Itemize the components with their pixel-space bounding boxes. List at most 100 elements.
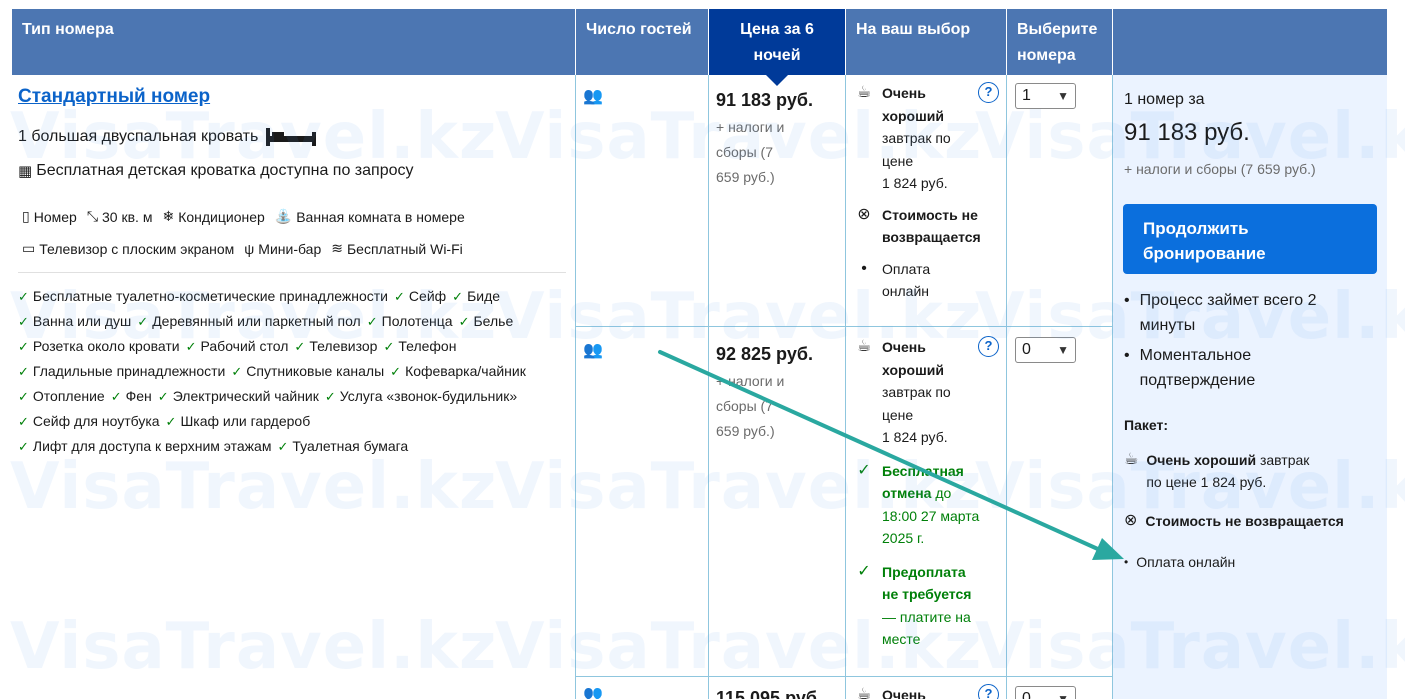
room-title-link[interactable]: Стандартный номер [18,86,210,108]
room-quantity-select[interactable]: 1 ▼ [1015,83,1076,109]
amenity-label: Электрический чайник [172,388,319,404]
bullet-icon: • [861,259,867,277]
option-tax: + налоги и сборы (7 659 руб.) [716,369,826,444]
amenity-label: Полотенца [381,313,453,329]
breakfast-text: цене [882,152,914,169]
help-icon[interactable]: ? [978,684,999,699]
sort-indicator [766,75,788,86]
cancel-bold: Бесплатная [882,462,964,479]
facilities-row: ▯ Номер ⤡ 30 кв. м ❄ Кондиционер ⛲ Ванная ко… [22,208,465,225]
checkmark-icon: ✓ [18,439,29,454]
select-value: 0 [1022,690,1031,699]
coffee-cup-icon: ☕ [856,84,872,101]
checkmark-icon: ✓ [18,289,29,304]
amenity-item: ✓ Ванна или душ [18,309,131,334]
amenity-label: Бесплатные туалетно-косметические принад… [32,288,389,304]
payment-condition: • Оплата онлайн [852,258,1002,303]
bed-info: 1 большая двуспальная кровать [18,126,318,148]
amenity-label: Ванна или душ [32,313,132,329]
facility-bathroom: ⛲ Ванная комната в номере [275,208,465,225]
select-value: 1 [1022,87,1031,104]
wifi-icon: ≋ [331,240,343,256]
amenity-item: ✓ Деревянный или паркетный пол [137,309,360,334]
package-refund: ⊗ Стоимость не возвращается [1124,510,1379,532]
checkmark-icon: ✓ [294,339,306,354]
chevron-down-icon: ▼ [1057,89,1069,103]
help-icon[interactable]: ? [978,336,999,357]
grid-line [845,75,846,699]
tax-line: + налоги и [716,119,785,135]
facility-tv: ▭ Телевизор с плоским экраном [22,240,234,257]
bed-text: 1 большая двуспальная кровать [18,128,259,145]
guests-icon: 👥 [583,88,603,105]
grid-line [575,75,576,699]
tax-line: 659 руб.) [716,423,775,439]
tax-line: + налоги и [716,373,785,389]
grid-line [1112,75,1113,699]
benefit-item: • Процесс займет всего 2 минуты [1124,288,1379,338]
prepay-bold: не требуется [882,586,972,602]
crib-icon: ▦ [18,163,33,180]
header-sidebar [1113,9,1387,75]
amenity-item: ✓ Кофеварка/чайник [390,359,526,384]
facility-minibar: ψ Мини-бар [244,241,321,257]
benefit-text: минуты [1139,317,1196,334]
room-quantity-select[interactable]: 0 ▼ [1015,686,1076,699]
header-guests: Число гостей [576,9,708,75]
amenity-label: Лифт для доступа к верхним этажам [32,438,272,454]
breakfast-bold: хороший [882,107,944,124]
non-refundable-icon: ⊗ [1124,512,1138,529]
checkmark-icon: ✓ [137,314,149,329]
bullet-icon: • [1124,555,1129,569]
amenity-item: ✓ Спутниковые каналы [231,359,384,384]
sidebar-tax: + налоги и сборы (7 659 руб.) [1124,161,1316,177]
watermark-text: VisaTravel.kz [10,610,498,684]
cancel-text: до [935,485,952,501]
header-price[interactable]: Цена за 6 ночей [709,9,845,75]
checkmark-icon: ✓ [277,439,289,454]
amenity-label: Кофеварка/чайник [405,363,526,379]
crib-info: ▦ Бесплатная детская кроватка доступна п… [18,162,414,180]
checkmark-icon: ✓ [165,414,177,429]
checkmark-icon: ✓ [324,389,336,404]
option-conditions: ☕ Очень хороший завтрак по цене 1 824 ру… [852,82,1002,303]
checkmark-icon: ✓ [857,461,871,479]
breakfast-bold: Очень [882,85,926,101]
amenity-item: ✓ Электрический чайник [158,384,319,409]
checkmark-icon: ✓ [390,364,402,379]
checkmark-icon: ✓ [458,314,470,329]
checkmark-icon: ✓ [394,289,405,304]
amenity-label: Розетка около кровати [32,338,180,354]
button-label: Продолжить [1143,219,1249,238]
facility-label: Мини-бар [258,240,322,257]
amenity-item: ✓ Розетка около кровати [18,334,180,359]
coffee-cup-icon: ☕ [856,686,872,699]
facility-label: Телевизор с плоским экраном [39,240,235,257]
amenity-item: ✓ Биде [452,284,500,309]
amenity-item: ✓ Белье [459,309,514,334]
room-quantity-select[interactable]: 0 ▼ [1015,337,1076,363]
sidebar-rooms-count: 1 номер за [1124,91,1205,108]
breakfast-bold: Очень [882,687,926,699]
breakfast-text: завтрак по [882,130,951,146]
amenity-item: ✓ Рабочий стол [186,334,289,359]
amenity-item: ✓ Лифт для доступа к верхним этажам [18,434,271,459]
chevron-down-icon: ▼ [1057,343,1069,357]
amenity-item: ✓ Телефон [383,334,456,359]
grid-line [575,326,1113,327]
tv-icon: ▭ [22,240,36,256]
continue-booking-button[interactable]: Продолжить бронирование [1123,204,1377,274]
checkmark-icon: ✓ [18,314,29,329]
checkmark-icon: ✓ [110,389,122,404]
checkmark-icon: ✓ [383,339,395,354]
amenity-item: ✓ Полотенца [367,309,453,334]
refund-condition: ⊗ Стоимость не возвращается [852,204,1002,249]
help-icon[interactable]: ? [978,82,999,103]
breakfast-text: цене [882,406,914,423]
guests-icon: 👥 [583,686,603,699]
benefit-text: подтверждение [1139,372,1256,389]
coffee-cup-icon: ☕ [1124,451,1139,468]
tax-line: сборы (7 [716,144,773,160]
sidebar-benefits: • Процесс займет всего 2 минуты • Моменталь… [1124,288,1379,398]
amenity-item: ✓ Туалетная бумага [277,434,408,459]
